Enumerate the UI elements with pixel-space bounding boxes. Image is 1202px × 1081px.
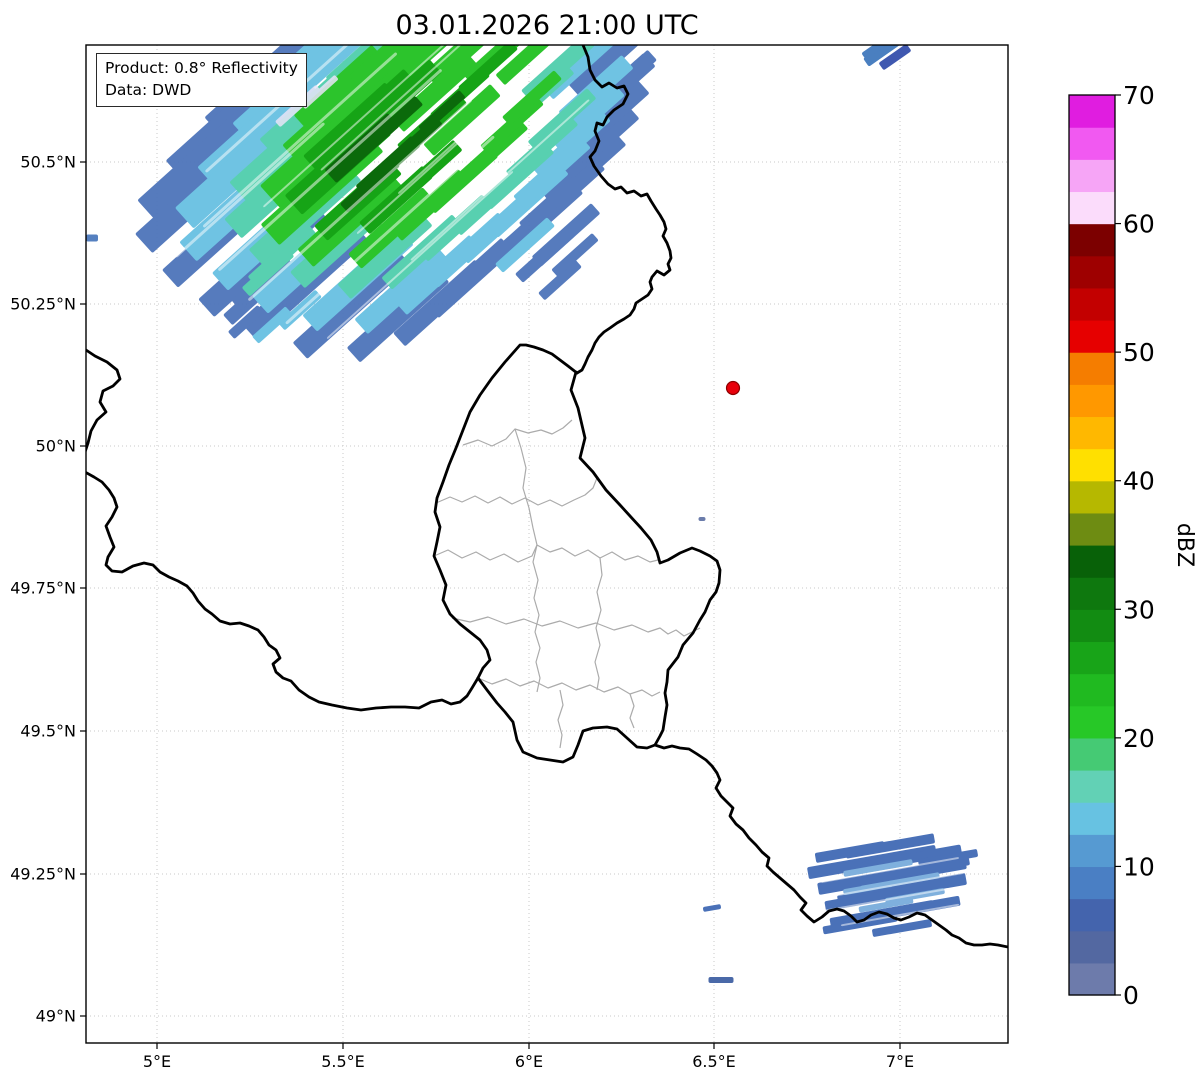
colorbar-segment: [1069, 191, 1115, 225]
colorbar-segment: [1069, 480, 1115, 514]
radar-map-canvas: 5°E 5.5°E 6°E 6.5°E 7°E 50.5°N 50.25°N 50°N 49.7…: [10, 44, 1197, 1071]
colorbar: [1068, 94, 1121, 996]
x-tick-label: 5.5°E: [321, 1052, 365, 1071]
product-info-box: Product: 0.8° Reflectivity Data: DWD: [96, 53, 307, 108]
radar-echo-group-center-dash: [698, 517, 706, 521]
colorbar-segment: [1069, 352, 1115, 385]
colorbar-segment: [1069, 898, 1115, 932]
colorbar-segment: [1069, 930, 1115, 964]
colorbar-segment: [1069, 384, 1115, 418]
colorbar-tick-label: 50: [1123, 338, 1155, 367]
colorbar-segment: [1069, 673, 1115, 707]
colorbar-segment: [1069, 287, 1115, 321]
colorbar-tick-label: 0: [1123, 981, 1139, 1010]
radar-figure: 03.01.2026 21:00 UTC 5°E 5.5°E 6°E 6.5°E 7°E…: [0, 0, 1202, 1081]
colorbar-segment: [1069, 223, 1115, 257]
x-tick-label: 6°E: [515, 1052, 543, 1071]
x-tick-label: 5°E: [143, 1052, 171, 1071]
y-tick-label: 50°N: [36, 437, 76, 456]
colorbar-segment: [1069, 577, 1115, 610]
colorbar-segment: [1069, 802, 1115, 835]
radar-streak: [708, 977, 734, 983]
colorbar-tick-label: 20: [1123, 724, 1155, 753]
colorbar-segment: [1069, 545, 1115, 578]
data-source-line: Data: DWD: [105, 80, 192, 99]
colorbar-segment: [1069, 320, 1115, 353]
colorbar-tick-label: 10: [1123, 852, 1155, 881]
radar-streak: [86, 234, 98, 242]
colorbar-segment: [1069, 159, 1115, 193]
radar-echo-group-bottom-dash: [708, 977, 734, 983]
colorbar-tick-label: 40: [1123, 467, 1155, 496]
radar-site-marker: [725, 380, 741, 396]
y-tick-label: 49.75°N: [10, 579, 76, 598]
colorbar-segment: [1069, 448, 1115, 482]
radar-streak: [698, 517, 706, 521]
colorbar-segment: [1069, 705, 1115, 739]
x-tick-label: 7°E: [886, 1052, 914, 1071]
colorbar-segment: [1069, 962, 1115, 996]
x-tick-label: 6.5°E: [692, 1052, 736, 1071]
y-tick-label: 49.25°N: [10, 865, 76, 884]
colorbar-segment: [1069, 641, 1115, 675]
colorbar-tick-label: 60: [1123, 210, 1155, 239]
colorbar-tick-label: 70: [1123, 81, 1155, 110]
y-tick-label: 49°N: [36, 1007, 76, 1026]
y-tick-label: 49.5°N: [20, 722, 76, 741]
colorbar-segment: [1069, 416, 1115, 450]
colorbar-segment: [1069, 834, 1115, 868]
product-info-line: Product: 0.8° Reflectivity: [105, 59, 298, 77]
colorbar-segment: [1069, 255, 1115, 289]
y-tick-label: 50.5°N: [20, 153, 76, 172]
colorbar-tick-labels: 0 10 20 30 40 50 60 70: [1123, 81, 1155, 1010]
colorbar-segment: [1069, 512, 1115, 546]
radar-echo-group-left-edge-dash: [86, 234, 98, 242]
colorbar-segment: [1069, 609, 1115, 643]
colorbar-segment: [1069, 866, 1115, 900]
colorbar-segment: [1069, 770, 1115, 803]
y-tick-label: 50.25°N: [10, 295, 76, 314]
colorbar-tick-label: 30: [1123, 595, 1155, 624]
colorbar-unit-label: dBZ: [1172, 523, 1197, 567]
colorbar-segment: [1069, 127, 1115, 160]
colorbar-segment: [1069, 95, 1115, 128]
colorbar-segment: [1069, 737, 1115, 771]
